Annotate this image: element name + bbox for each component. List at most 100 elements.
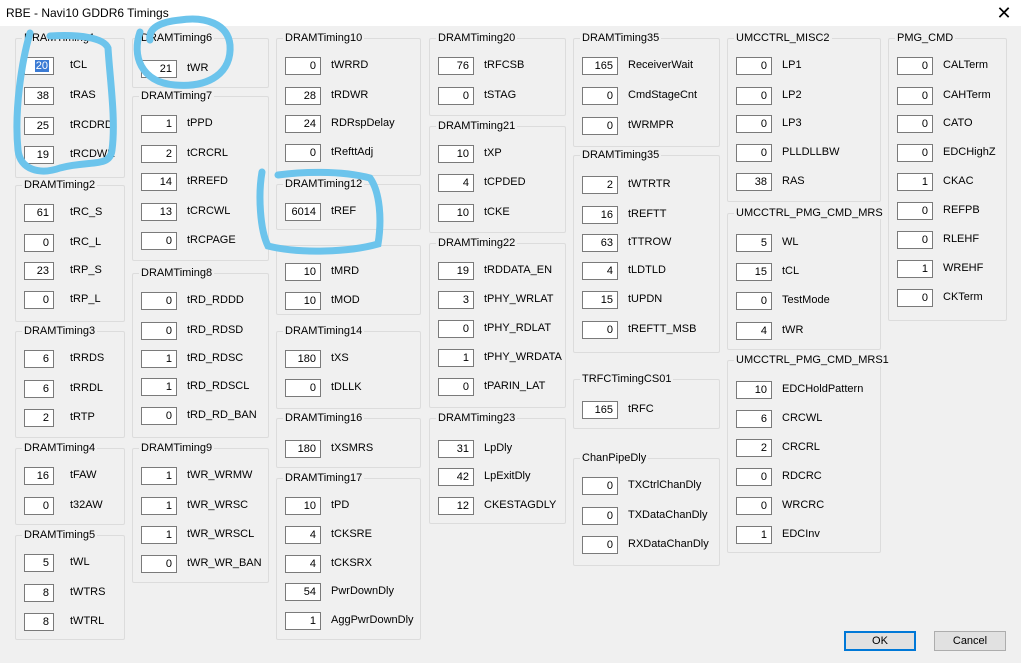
timing-value-input[interactable]: 3: [438, 291, 474, 309]
timing-value-input[interactable]: 5: [736, 234, 772, 252]
timing-value-input[interactable]: 4: [582, 262, 618, 280]
timing-value-input[interactable]: 0: [285, 144, 321, 162]
timing-value-input[interactable]: 0: [141, 292, 177, 310]
timing-value-input[interactable]: 0: [736, 57, 772, 75]
timing-value-input[interactable]: 12: [438, 497, 474, 515]
timing-value-input[interactable]: 10: [438, 145, 474, 163]
timing-value-input[interactable]: 10: [438, 204, 474, 222]
timing-value-input[interactable]: 0: [438, 320, 474, 338]
timing-value-input[interactable]: 5: [24, 554, 54, 572]
timing-value-input[interactable]: 1: [141, 497, 177, 515]
timing-value-input[interactable]: 10: [285, 263, 321, 281]
timing-value-input[interactable]: 165: [582, 401, 618, 419]
timing-value-input[interactable]: 0: [897, 87, 933, 105]
timing-value-input[interactable]: 1: [736, 526, 772, 544]
timing-value-input[interactable]: 0: [582, 507, 618, 525]
timing-value-input[interactable]: 0: [24, 234, 54, 252]
timing-value-input[interactable]: 0: [141, 555, 177, 573]
timing-value-input[interactable]: 0: [582, 117, 618, 135]
timing-value-input[interactable]: 0: [285, 379, 321, 397]
timing-value-input[interactable]: 0: [897, 115, 933, 133]
timing-value-input[interactable]: 8: [24, 584, 54, 602]
timing-value-input[interactable]: 0: [582, 321, 618, 339]
timing-value-input[interactable]: 4: [438, 174, 474, 192]
timing-value-input[interactable]: 180: [285, 350, 321, 368]
timing-value-input[interactable]: 1: [141, 350, 177, 368]
timing-value-input[interactable]: 0: [897, 231, 933, 249]
timing-value-input[interactable]: 61: [24, 204, 54, 222]
timing-value-input[interactable]: 38: [736, 173, 772, 191]
timing-value-input[interactable]: 1: [285, 612, 321, 630]
timing-value-input[interactable]: 14: [141, 173, 177, 191]
timing-value-input[interactable]: 0: [736, 292, 772, 310]
timing-value-input[interactable]: 16: [582, 206, 618, 224]
timing-value-input[interactable]: 16: [24, 467, 54, 485]
timing-value-input[interactable]: 10: [285, 292, 321, 310]
close-icon[interactable]: ✕: [987, 0, 1021, 26]
timing-value-input[interactable]: 4: [285, 526, 321, 544]
timing-value-input[interactable]: 180: [285, 440, 321, 458]
timing-value-input[interactable]: 19: [24, 146, 54, 164]
timing-value-input[interactable]: 1: [141, 115, 177, 133]
timing-value-input[interactable]: 2: [24, 409, 54, 427]
timing-value-input[interactable]: 0: [141, 407, 177, 425]
timing-value-input[interactable]: 0: [897, 202, 933, 220]
timing-value-input[interactable]: 1: [438, 349, 474, 367]
timing-value-input[interactable]: 1: [141, 526, 177, 544]
timing-value-input[interactable]: 0: [897, 57, 933, 75]
timing-value-input[interactable]: 10: [285, 497, 321, 515]
timing-value-input[interactable]: 0: [582, 87, 618, 105]
timing-value-input[interactable]: 15: [582, 291, 618, 309]
timing-value-input[interactable]: 31: [438, 440, 474, 458]
timing-value-input[interactable]: 1: [141, 467, 177, 485]
timing-value-input[interactable]: 6: [24, 380, 54, 398]
timing-value-input[interactable]: 1: [141, 378, 177, 396]
timing-value-input[interactable]: 42: [438, 468, 474, 486]
timing-value-input[interactable]: 24: [285, 115, 321, 133]
timing-value-input[interactable]: 2: [582, 176, 618, 194]
timing-value-input[interactable]: 25: [24, 117, 54, 135]
timing-value-input[interactable]: 6014: [285, 203, 321, 221]
timing-value-input[interactable]: 0: [582, 477, 618, 495]
timing-value-input[interactable]: 0: [438, 87, 474, 105]
timing-value-input[interactable]: 0: [736, 497, 772, 515]
timing-value-input[interactable]: 54: [285, 583, 321, 601]
timing-value-input[interactable]: 0: [736, 87, 772, 105]
timing-value-input[interactable]: 19: [438, 262, 474, 280]
ok-button[interactable]: OK: [844, 631, 916, 651]
timing-value-input[interactable]: 76: [438, 57, 474, 75]
timing-row: 0 LP3: [728, 115, 880, 135]
timing-value-input[interactable]: 165: [582, 57, 618, 75]
timing-value-input[interactable]: 6: [736, 410, 772, 428]
timing-value-input[interactable]: 0: [141, 322, 177, 340]
timing-value-input[interactable]: 0: [24, 291, 54, 309]
timing-value-input[interactable]: 0: [897, 144, 933, 162]
timing-value-input[interactable]: 63: [582, 234, 618, 252]
timing-value-input[interactable]: 0: [438, 378, 474, 396]
timing-value-input[interactable]: 0: [736, 115, 772, 133]
timing-value-input[interactable]: 1: [897, 260, 933, 278]
timing-value-input[interactable]: 6: [24, 350, 54, 368]
timing-value-input[interactable]: 38: [24, 87, 54, 105]
timing-value-input[interactable]: 4: [736, 322, 772, 340]
timing-value-input[interactable]: 2: [141, 145, 177, 163]
timing-value-input[interactable]: 0: [582, 536, 618, 554]
timing-value-input[interactable]: 28: [285, 87, 321, 105]
timing-value-input[interactable]: 23: [24, 262, 54, 280]
timing-value-input[interactable]: 8: [24, 613, 54, 631]
timing-value-input[interactable]: 1: [897, 173, 933, 191]
timing-value-input[interactable]: 0: [736, 468, 772, 486]
cancel-button[interactable]: Cancel: [934, 631, 1006, 651]
timing-value-input[interactable]: 0: [24, 497, 54, 515]
timing-value-input[interactable]: 2: [736, 439, 772, 457]
timing-value-input[interactable]: 0: [736, 144, 772, 162]
timing-value-input[interactable]: 10: [736, 381, 772, 399]
timing-value-input[interactable]: 15: [736, 263, 772, 281]
timing-value-input[interactable]: 13: [141, 203, 177, 221]
timing-value-input[interactable]: 0: [285, 57, 321, 75]
timing-value-input[interactable]: 0: [897, 289, 933, 307]
timing-value-input[interactable]: 0: [141, 232, 177, 250]
timing-value-input[interactable]: 21: [141, 60, 177, 78]
timing-value-input[interactable]: 20: [24, 57, 54, 75]
timing-value-input[interactable]: 4: [285, 555, 321, 573]
